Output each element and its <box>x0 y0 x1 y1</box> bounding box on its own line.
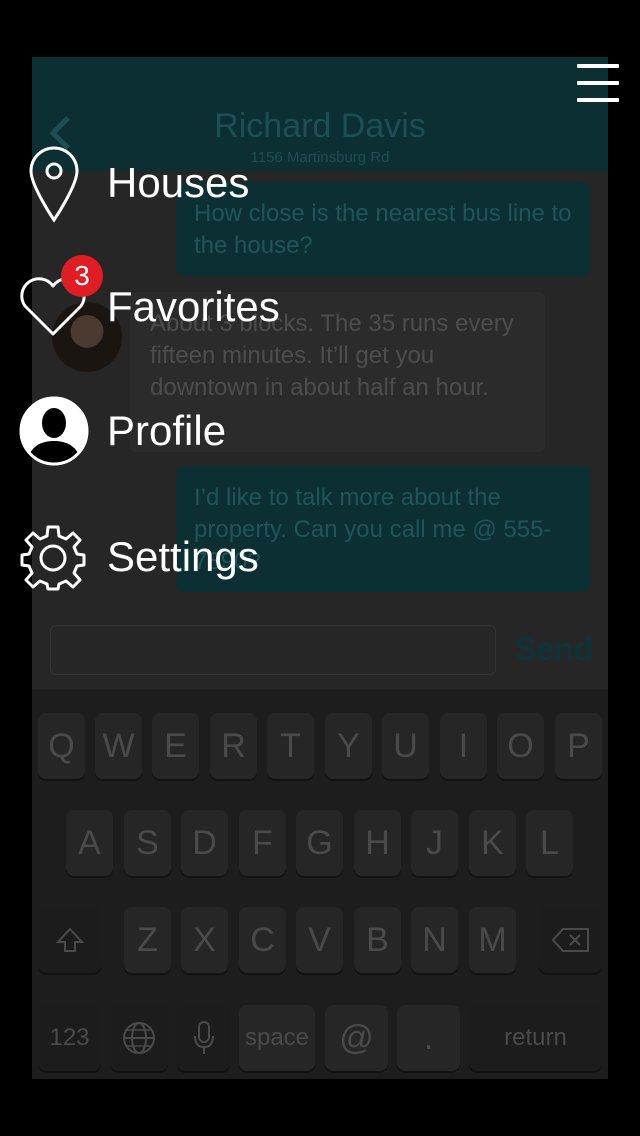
key[interactable]: S <box>124 810 171 876</box>
menu-item-favorites[interactable]: Favorites <box>14 270 314 346</box>
key[interactable]: P <box>555 713 602 779</box>
key[interactable]: O <box>497 713 544 779</box>
key[interactable]: Q <box>38 713 85 779</box>
menu-item-profile[interactable]: Profile <box>14 394 314 470</box>
keyboard: Q W E R T Y U I O P A S D F G H J K L Z … <box>32 689 608 1079</box>
message-composer: Send <box>32 617 608 687</box>
at-key[interactable]: @ <box>325 1005 388 1071</box>
key[interactable]: W <box>95 713 142 779</box>
map-pin-icon <box>29 146 79 223</box>
shift-key[interactable] <box>38 907 101 973</box>
key[interactable]: V <box>296 907 343 973</box>
menu-item-label: Houses <box>107 159 250 206</box>
microphone-icon <box>193 1021 214 1054</box>
key[interactable]: U <box>382 713 429 779</box>
gear-icon <box>20 525 86 591</box>
dictation-key[interactable] <box>177 1005 230 1071</box>
hamburger-icon <box>577 64 619 68</box>
send-button[interactable]: Send <box>506 631 602 668</box>
key[interactable]: I <box>440 713 487 779</box>
menu-item-settings[interactable]: Settings <box>14 520 314 596</box>
shift-icon <box>55 927 84 952</box>
numbers-key[interactable]: 123 <box>38 1005 101 1071</box>
message-input[interactable] <box>50 625 496 675</box>
delete-key[interactable] <box>539 907 602 973</box>
key[interactable]: T <box>267 713 314 779</box>
key[interactable]: M <box>469 907 516 973</box>
key[interactable]: G <box>296 810 343 876</box>
menu-toggle-button[interactable] <box>577 64 619 104</box>
backspace-icon <box>551 928 589 952</box>
key[interactable]: B <box>354 907 401 973</box>
contact-name: Richard Davis <box>214 107 426 145</box>
key[interactable]: E <box>152 713 199 779</box>
menu-item-label: Profile <box>107 407 227 454</box>
key[interactable]: F <box>239 810 286 876</box>
favorites-count-badge: 3 <box>61 255 103 297</box>
key[interactable]: L <box>526 810 573 876</box>
key[interactable]: K <box>469 810 516 876</box>
menu-item-label: Settings <box>107 533 259 580</box>
hamburger-icon <box>577 98 619 102</box>
key[interactable]: H <box>354 810 401 876</box>
key[interactable]: C <box>239 907 286 973</box>
user-circle-icon <box>19 396 89 466</box>
return-key[interactable]: return <box>469 1005 602 1071</box>
globe-key[interactable] <box>110 1005 168 1071</box>
menu-item-label: Favorites <box>107 283 280 330</box>
hamburger-icon <box>577 81 619 85</box>
key[interactable]: A <box>66 810 113 876</box>
key[interactable]: Y <box>325 713 372 779</box>
key[interactable]: R <box>210 713 257 779</box>
key[interactable]: D <box>181 810 228 876</box>
space-key[interactable]: space <box>239 1005 315 1071</box>
period-key[interactable]: . <box>397 1005 460 1071</box>
globe-icon <box>123 1022 155 1054</box>
key[interactable]: X <box>181 907 228 973</box>
key[interactable]: J <box>411 810 458 876</box>
key[interactable]: Z <box>124 907 171 973</box>
menu-item-houses[interactable]: Houses <box>14 146 314 223</box>
key[interactable]: N <box>411 907 458 973</box>
